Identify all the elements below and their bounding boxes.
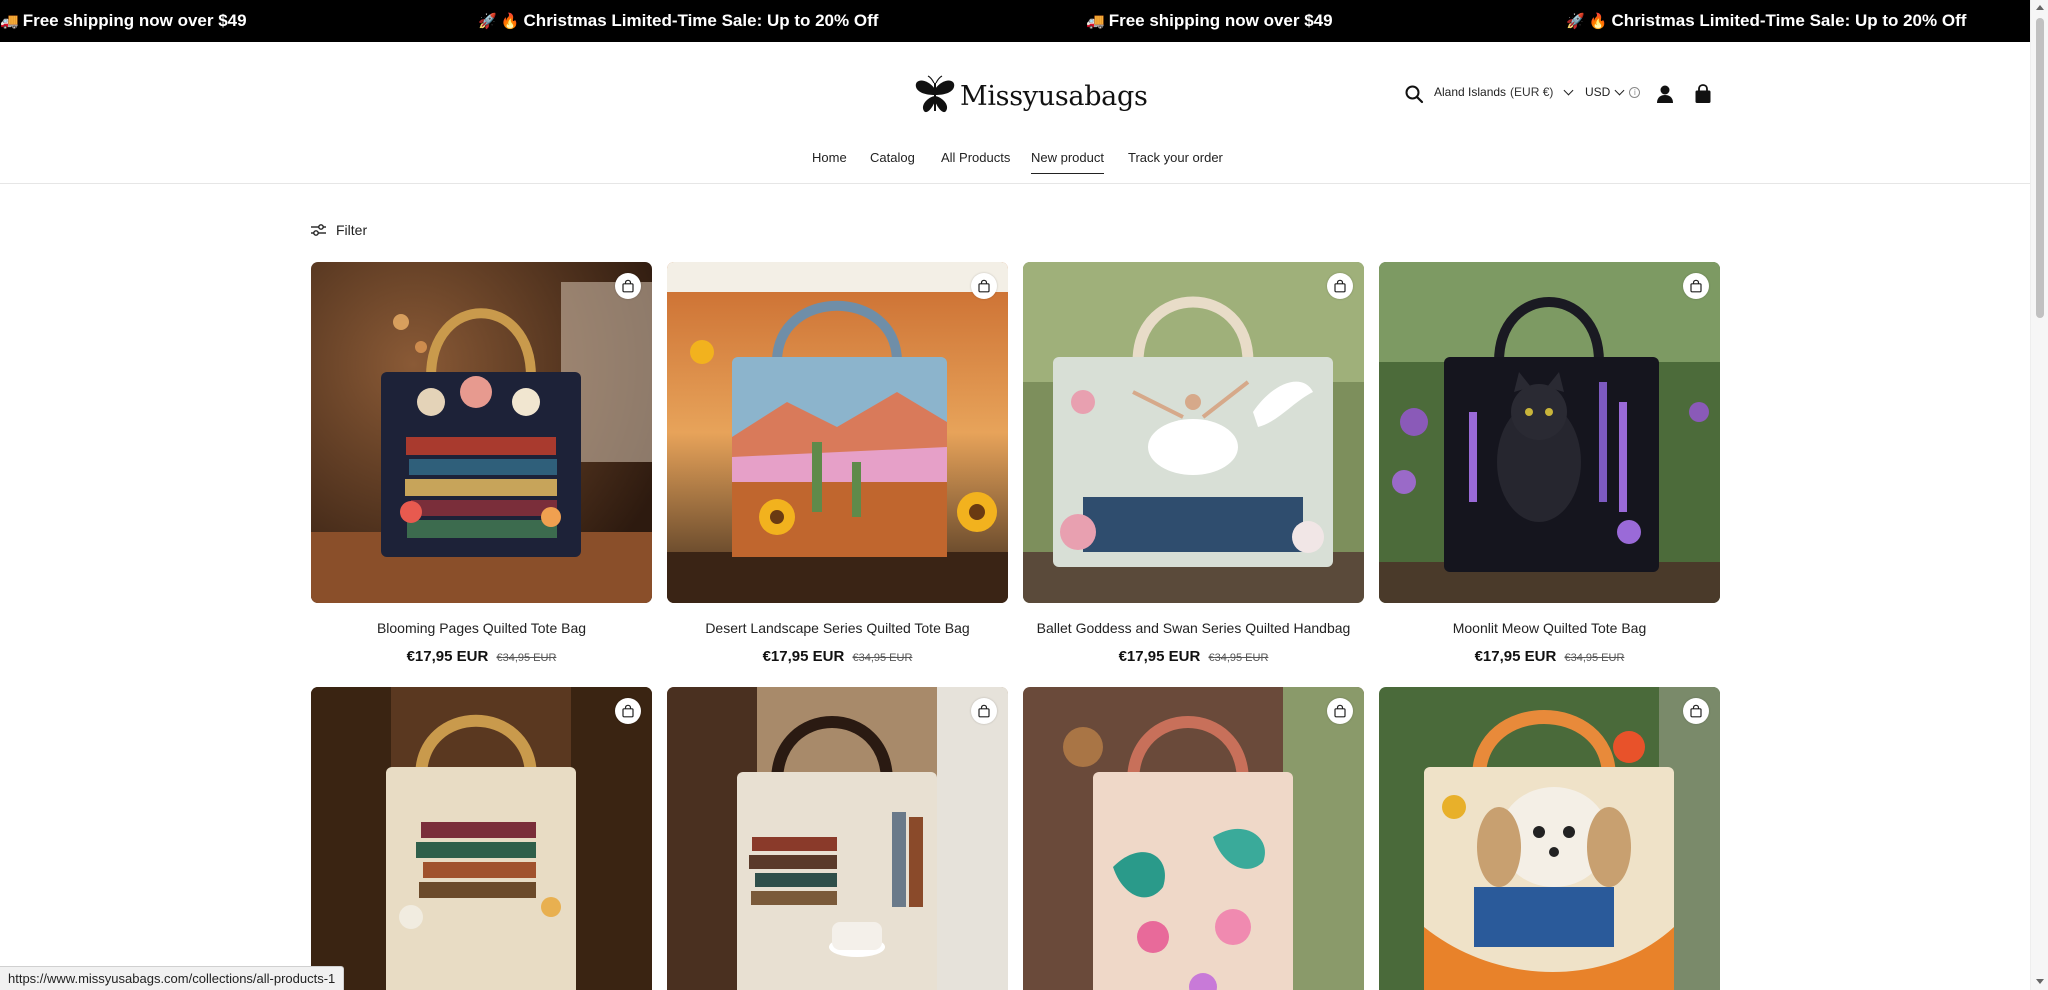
quick-add-button[interactable] — [1683, 698, 1709, 724]
product-image[interactable] — [1023, 262, 1364, 603]
sale-price: €17,95 EUR — [406, 648, 489, 665]
add-to-bag-icon — [1690, 704, 1702, 718]
product-photo-ballet-swan — [1023, 262, 1364, 603]
filter-sliders-icon — [311, 224, 326, 236]
product-price: €17,95 EUR €34,95 EUR — [1379, 648, 1720, 665]
product-photo-books-flowers — [311, 687, 652, 990]
chevron-down-icon — [1614, 85, 1625, 96]
nav-item-track-order[interactable]: Track your order — [1128, 150, 1223, 165]
product-title[interactable]: Desert Landscape Series Quilted Tote Bag — [667, 620, 1008, 636]
product-image[interactable] — [667, 687, 1008, 990]
announcement-item[interactable]: 🚚 Free shipping now over $49 — [1086, 0, 1333, 42]
quick-add-button[interactable] — [615, 273, 641, 299]
product-price: €17,95 EUR €34,95 EUR — [1023, 648, 1364, 665]
currency-code: USD — [1585, 85, 1611, 99]
compare-price: €34,95 EUR — [1208, 652, 1269, 664]
search-icon[interactable] — [1404, 84, 1424, 104]
announcement-text: Free shipping now over $49 — [1108, 11, 1333, 30]
announcement-text: Christmas Limited-Time Sale: Up to 20% O… — [523, 11, 879, 30]
product-image[interactable] — [667, 262, 1008, 603]
country-currency: (EUR €) — [1510, 85, 1554, 99]
product-image[interactable] — [1379, 687, 1720, 990]
site-header: Missyusabags Aland Islands (EUR €) USD i… — [0, 42, 2030, 184]
chevron-down-icon — [1563, 85, 1574, 96]
sale-price: €17,95 EUR — [1118, 648, 1201, 665]
product-card[interactable]: Blooming Pages Quilted Tote Bag €17,95 E… — [311, 262, 652, 665]
add-to-bag-icon — [622, 279, 634, 293]
quick-add-button[interactable] — [1327, 698, 1353, 724]
product-photo-puppy-reading — [1379, 687, 1720, 990]
product-photo-desert-landscape — [667, 262, 1008, 603]
rocket-fire-emoji: 🚀 🔥 — [1566, 13, 1608, 30]
quick-add-button[interactable] — [1683, 273, 1709, 299]
product-card[interactable]: Desert Landscape Series Quilted Tote Bag… — [667, 262, 1008, 665]
status-bar-url: https://www.missyusabags.com/collections… — [0, 966, 345, 990]
product-image[interactable] — [311, 262, 652, 603]
announcement-text: Christmas Limited-Time Sale: Up to 20% O… — [1611, 11, 1967, 30]
nav-item-home[interactable]: Home — [812, 150, 847, 165]
product-title[interactable]: Ballet Goddess and Swan Series Quilted H… — [1023, 620, 1364, 636]
logo-link[interactable]: Missyusabags — [912, 74, 1148, 118]
shopping-bag-icon[interactable] — [1692, 83, 1714, 105]
nav-item-all-products[interactable]: All Products — [941, 150, 1010, 165]
truck-emoji: 🚚 — [0, 13, 19, 30]
quick-add-button[interactable] — [971, 273, 997, 299]
product-photo-books-coffee — [667, 687, 1008, 990]
add-to-bag-icon — [978, 279, 990, 293]
compare-price: €34,95 EUR — [1564, 652, 1625, 664]
product-card[interactable]: Ballet Goddess and Swan Series Quilted H… — [1023, 262, 1364, 665]
page-scrollbar[interactable] — [2030, 0, 2048, 990]
quick-add-button[interactable] — [971, 698, 997, 724]
product-image[interactable] — [311, 687, 652, 990]
product-title[interactable]: Moonlit Meow Quilted Tote Bag — [1379, 620, 1720, 636]
product-card[interactable] — [311, 687, 652, 990]
quick-add-button[interactable] — [1327, 273, 1353, 299]
info-icon[interactable]: i — [1629, 86, 1641, 98]
product-photo-hummingbird — [1023, 687, 1364, 990]
announcement-bar: 🚚 Free shipping now over $49 🚀 🔥 Christmas… — [0, 0, 2030, 42]
main-nav: Home Catalog All Products New product Tr… — [0, 150, 2030, 184]
announcement-text: Free shipping now over $49 — [22, 11, 247, 30]
product-price: €17,95 EUR €34,95 EUR — [667, 648, 1008, 665]
nav-item-catalog[interactable]: Catalog — [870, 150, 915, 165]
scroll-up-arrow-icon[interactable] — [2036, 5, 2044, 10]
filter-label: Filter — [336, 222, 368, 238]
product-card[interactable] — [1023, 687, 1364, 990]
announcement-item[interactable]: 🚀 🔥 Christmas Limited-Time Sale: Up to 20… — [478, 0, 878, 42]
compare-price: €34,95 EUR — [496, 652, 557, 664]
announcement-item[interactable]: 🚀 🔥 Christmas Limited-Time Sale: Up to 20… — [1566, 0, 1966, 42]
nav-item-new-product[interactable]: New product — [1031, 150, 1104, 174]
rocket-fire-emoji: 🚀 🔥 — [478, 13, 520, 30]
add-to-bag-icon — [1690, 279, 1702, 293]
truck-emoji: 🚚 — [1086, 13, 1105, 30]
currency-selector[interactable]: USD i — [1585, 85, 1641, 99]
product-title[interactable]: Blooming Pages Quilted Tote Bag — [311, 620, 652, 636]
sale-price: €17,95 EUR — [762, 648, 845, 665]
add-to-bag-icon — [1334, 279, 1346, 293]
product-price: €17,95 EUR €34,95 EUR — [311, 648, 652, 665]
account-icon[interactable] — [1654, 83, 1676, 105]
country-selector[interactable]: Aland Islands (EUR €) — [1434, 85, 1576, 99]
add-to-bag-icon — [1334, 704, 1346, 718]
logo-text: Missyusabags — [960, 80, 1148, 112]
sale-price: €17,95 EUR — [1474, 648, 1557, 665]
scrollbar-thumb[interactable] — [2036, 18, 2044, 318]
product-photo-blooming-pages — [311, 262, 652, 603]
butterfly-logo-icon — [915, 75, 955, 113]
add-to-bag-icon — [622, 704, 634, 718]
product-card[interactable] — [667, 687, 1008, 990]
country-name: Aland Islands — [1434, 85, 1507, 99]
quick-add-button[interactable] — [615, 698, 641, 724]
product-image[interactable] — [1023, 687, 1364, 990]
scroll-down-arrow-icon[interactable] — [2036, 979, 2044, 984]
product-photo-moonlit-meow — [1379, 262, 1720, 603]
compare-price: €34,95 EUR — [852, 652, 913, 664]
add-to-bag-icon — [978, 704, 990, 718]
announcement-item[interactable]: 🚚 Free shipping now over $49 — [0, 0, 247, 42]
product-card[interactable]: Moonlit Meow Quilted Tote Bag €17,95 EUR… — [1379, 262, 1720, 665]
product-image[interactable] — [1379, 262, 1720, 603]
product-card[interactable] — [1379, 687, 1720, 990]
filter-toggle[interactable]: Filter — [310, 222, 367, 238]
